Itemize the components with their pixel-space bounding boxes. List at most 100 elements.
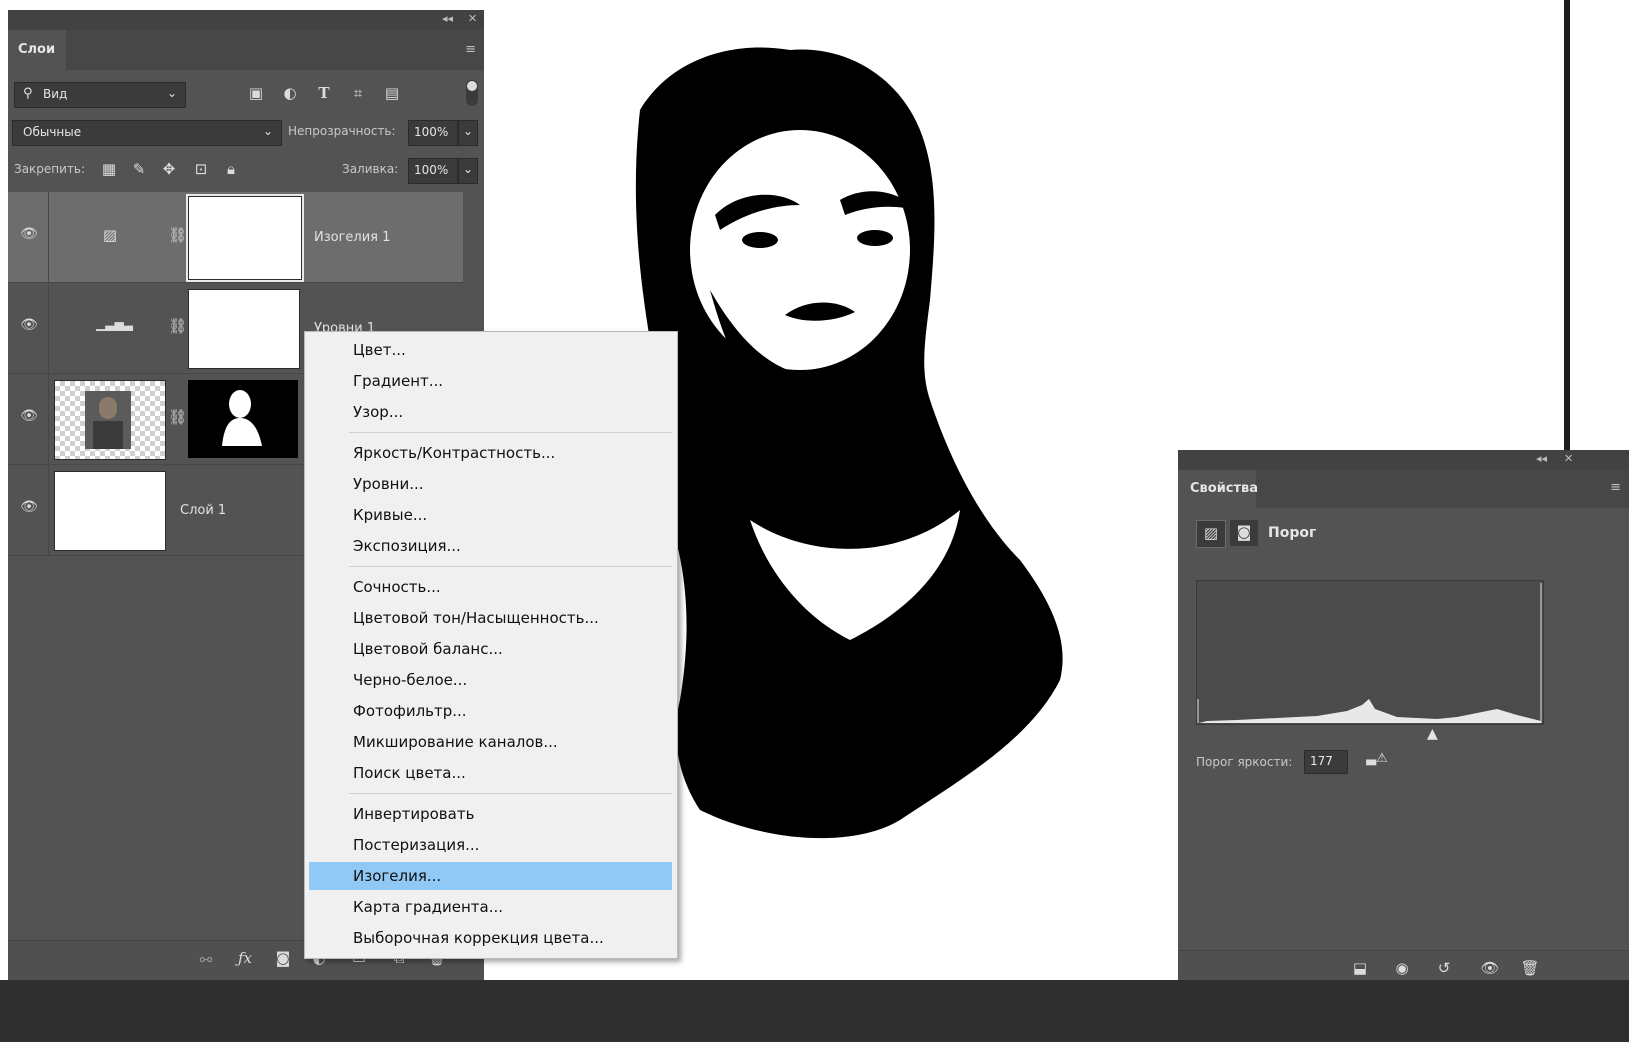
menu-item-levels[interactable]: Уровни...	[309, 470, 672, 498]
menu-icon[interactable]: ≡	[465, 42, 476, 57]
divider	[48, 192, 49, 282]
collapse-icon[interactable]: ◂◂	[442, 12, 453, 25]
filter-select[interactable]: ⚲ Вид ⌄	[14, 82, 186, 108]
adjustment-name: Порог	[1268, 525, 1317, 541]
menu-separator	[349, 432, 672, 433]
reset-icon[interactable]: ↺	[1432, 959, 1456, 977]
filter-toggle[interactable]	[466, 80, 478, 106]
threshold-input[interactable]: 177	[1304, 750, 1348, 774]
menu-item-selective-color[interactable]: Выборочная коррекция цвета...	[309, 924, 672, 952]
type-filter-icon[interactable]: T	[314, 84, 334, 102]
fill-input[interactable]: 100%	[408, 158, 458, 184]
opacity-dropdown[interactable]: ⌄	[458, 120, 478, 146]
eye-icon[interactable]: 👁︎	[18, 499, 40, 515]
brush-icon[interactable]: ✎	[130, 160, 148, 178]
view-previous-icon[interactable]: ◉	[1390, 959, 1414, 977]
chevron-down-icon: ⌄	[463, 162, 474, 176]
menu-item-pattern[interactable]: Узор...	[309, 398, 672, 426]
blend-mode-value: Обычные	[23, 125, 82, 139]
opacity-value: 100%	[414, 125, 449, 139]
pixel-filter-icon[interactable]: ▣	[246, 84, 266, 102]
clip-to-layer-icon[interactable]: ⬓	[1348, 959, 1372, 977]
menu-item-curves[interactable]: Кривые...	[309, 501, 672, 529]
panel-tab-row: Слои ≡	[8, 30, 484, 70]
lock-icon[interactable]: 🔒︎	[222, 160, 240, 178]
menu-separator	[349, 793, 672, 794]
move-icon[interactable]: ✥	[160, 160, 178, 178]
menu-item-color[interactable]: Цвет...	[309, 336, 672, 364]
photo-body	[93, 421, 123, 449]
mask-icon-button[interactable]: ◙	[1230, 520, 1258, 546]
eye-left	[742, 232, 778, 248]
search-icon: ⚲	[23, 86, 33, 101]
layer-row-posterize[interactable]: 👁︎ ▨ ⛓ Изогелия 1	[8, 192, 463, 283]
posterize-adjustment-icon: ▨	[102, 226, 118, 244]
histogram-warning-icon[interactable]: ▃⚠	[1360, 751, 1394, 766]
layer-mask-thumbnail[interactable]	[188, 380, 298, 458]
menu-item-posterize[interactable]: Постеризация...	[309, 831, 672, 859]
photo-face	[99, 397, 117, 419]
menu-icon[interactable]: ≡	[1610, 480, 1621, 495]
collapse-icon[interactable]: ◂◂	[1536, 452, 1547, 465]
menu-item-channel-mixer[interactable]: Микширование каналов...	[309, 728, 672, 756]
threshold-slider-handle[interactable]: ▲	[1427, 726, 1438, 742]
panel-titlebar: ◂◂ ✕	[1178, 450, 1629, 470]
panel-titlebar: ◂◂ ✕	[8, 10, 484, 30]
layer-mask-thumbnail[interactable]	[188, 289, 300, 369]
layer-name[interactable]: Слой 1	[180, 503, 226, 518]
mask-icon[interactable]: ◙	[272, 949, 294, 967]
menu-item-gradient[interactable]: Градиент...	[309, 367, 672, 395]
properties-panel: ◂◂ ✕ Свойства ≡ ▨ ◙ Порог ▲ Порог яркост…	[1178, 450, 1629, 996]
lock-label: Закрепить:	[14, 162, 86, 176]
fx-icon[interactable]: ƒx	[234, 949, 256, 967]
link-icon[interactable]: ⛓	[168, 317, 187, 335]
lock-transparency-icon[interactable]: ▦	[100, 160, 118, 178]
threshold-icon: ▨	[1203, 524, 1219, 542]
link-layers-icon[interactable]: ⚯	[196, 951, 216, 969]
fill-dropdown[interactable]: ⌄	[458, 158, 478, 184]
menu-item-invert[interactable]: Инвертировать	[309, 800, 672, 828]
status-bar	[0, 980, 1629, 1042]
artboard-lock-icon[interactable]: ⊡	[192, 160, 210, 178]
adjustment-filter-icon[interactable]: ◐	[280, 84, 300, 102]
chevron-down-icon: ⌄	[263, 124, 274, 138]
menu-item-hue-saturation[interactable]: Цветовой тон/Насыщенность...	[309, 604, 672, 632]
eye-icon[interactable]: 👁︎	[18, 408, 40, 424]
eye-right	[857, 230, 893, 246]
trash-icon[interactable]: 🗑︎	[1518, 959, 1542, 977]
eye-icon[interactable]: 👁︎	[18, 317, 40, 333]
histogram-graph	[1197, 583, 1542, 723]
menu-item-brightness-contrast[interactable]: Яркость/Контрастность...	[309, 439, 672, 467]
fill-value: 100%	[414, 163, 449, 177]
menu-item-exposure[interactable]: Экспозиция...	[309, 532, 672, 560]
tab-layers[interactable]: Слои	[8, 30, 66, 70]
link-icon[interactable]: ⛓	[168, 226, 187, 244]
mask-icon: ◙	[1236, 523, 1252, 541]
menu-item-photo-filter[interactable]: Фотофильтр...	[309, 697, 672, 725]
tab-properties[interactable]: Свойства	[1178, 470, 1258, 508]
shape-filter-icon[interactable]: ⌗	[348, 84, 368, 102]
opacity-input[interactable]: 100%	[408, 120, 458, 146]
panel-tab-row: Свойства ≡	[1178, 470, 1629, 508]
close-icon[interactable]: ✕	[468, 12, 477, 25]
layer-name[interactable]: Изогелия 1	[314, 230, 390, 245]
menu-item-threshold[interactable]: Изогелия...	[309, 862, 672, 890]
adjustment-icon-button[interactable]: ▨	[1196, 520, 1226, 548]
adjustment-context-menu: Цвет... Градиент... Узор... Яркость/Конт…	[304, 331, 678, 959]
close-icon[interactable]: ✕	[1564, 452, 1573, 465]
eye-icon[interactable]: 👁︎	[1478, 959, 1502, 977]
smart-object-filter-icon[interactable]: ▤	[382, 84, 402, 102]
menu-item-color-balance[interactable]: Цветовой баланс...	[309, 635, 672, 663]
menu-item-gradient-map[interactable]: Карта градиента...	[309, 893, 672, 921]
layer-thumbnail[interactable]	[54, 471, 166, 551]
photo-preview	[85, 391, 131, 449]
menu-item-black-white[interactable]: Черно-белое...	[309, 666, 672, 694]
layer-thumbnail-photo[interactable]	[54, 380, 166, 460]
menu-item-color-lookup[interactable]: Поиск цвета...	[309, 759, 672, 787]
menu-item-vibrance[interactable]: Сочность...	[309, 573, 672, 601]
layer-mask-thumbnail[interactable]	[186, 194, 304, 282]
eye-icon[interactable]: 👁︎	[18, 226, 40, 242]
blend-mode-select[interactable]: Обычные ⌄	[12, 120, 282, 146]
link-icon[interactable]: ⛓	[168, 408, 187, 426]
chevron-down-icon: ⌄	[463, 124, 474, 138]
